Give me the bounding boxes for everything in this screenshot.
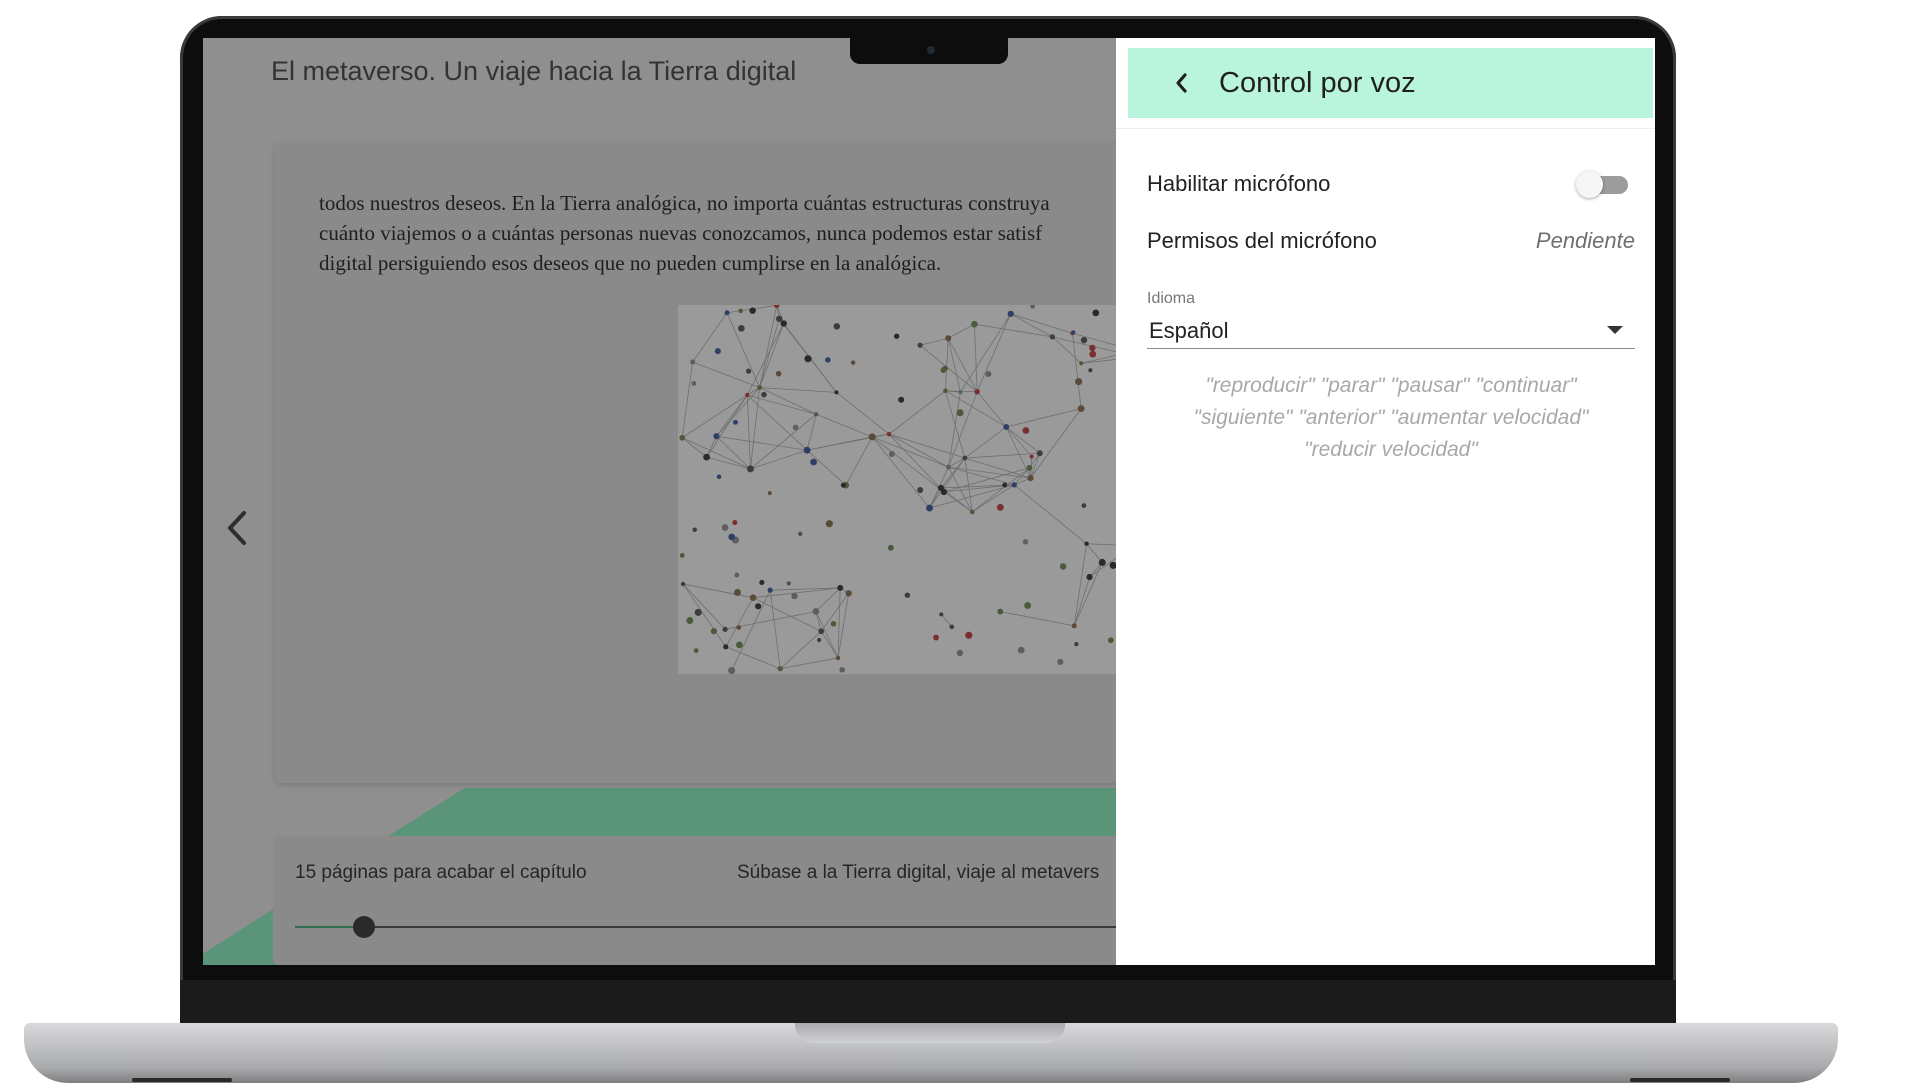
prev-page-button[interactable] bbox=[217, 498, 257, 558]
chapter-title-label: Súbase a la Tierra digital, viaje al met… bbox=[737, 862, 1100, 883]
camera-icon bbox=[927, 46, 935, 54]
voice-commands-line: "reducir velocidad" bbox=[1304, 438, 1478, 461]
pages-remaining-label: 15 páginas para acabar el capítulo bbox=[295, 862, 587, 883]
laptop-base-notch bbox=[795, 1023, 1065, 1043]
enable-mic-label: Habilitar micrófono bbox=[1147, 171, 1331, 196]
voice-control-panel: Control por voz Habilitar micrófono Perm… bbox=[1116, 38, 1655, 965]
language-label: Idioma bbox=[1147, 290, 1196, 307]
laptop-foot bbox=[1630, 1078, 1730, 1082]
progress-slider-thumb[interactable] bbox=[353, 916, 376, 938]
voice-commands-line: "siguiente" "anterior" "aumentar velocid… bbox=[1193, 406, 1589, 429]
laptop-foot bbox=[132, 1078, 232, 1082]
voice-commands-line: "reproducir" "parar" "pausar" "continuar… bbox=[1205, 374, 1577, 397]
laptop-screen: El metaverso. Un viaje hacia la Tierra d… bbox=[203, 38, 1655, 965]
mic-permissions-status: Pendiente bbox=[1535, 228, 1635, 253]
voice-commands-list: "reproducir" "parar" "pausar" "continuar… bbox=[1147, 370, 1635, 466]
mic-permissions-label: Permisos del micrófono bbox=[1147, 228, 1377, 253]
caret-down-icon bbox=[1607, 326, 1623, 334]
back-button[interactable] bbox=[1151, 53, 1211, 113]
book-title: El metaverso. Un viaje hacia la Tierra d… bbox=[271, 56, 797, 86]
panel-title: Control por voz bbox=[1219, 66, 1416, 99]
laptop-bottom-bezel bbox=[180, 980, 1676, 1025]
enable-mic-toggle[interactable] bbox=[1576, 171, 1630, 198]
chevron-left-icon bbox=[228, 511, 246, 545]
language-select[interactable]: Español bbox=[1147, 310, 1635, 349]
panel-header: Control por voz bbox=[1128, 48, 1653, 118]
toggle-knob bbox=[1576, 171, 1603, 198]
divider bbox=[1116, 128, 1655, 129]
chevron-left-icon bbox=[1176, 73, 1187, 93]
language-value: Español bbox=[1149, 318, 1229, 343]
